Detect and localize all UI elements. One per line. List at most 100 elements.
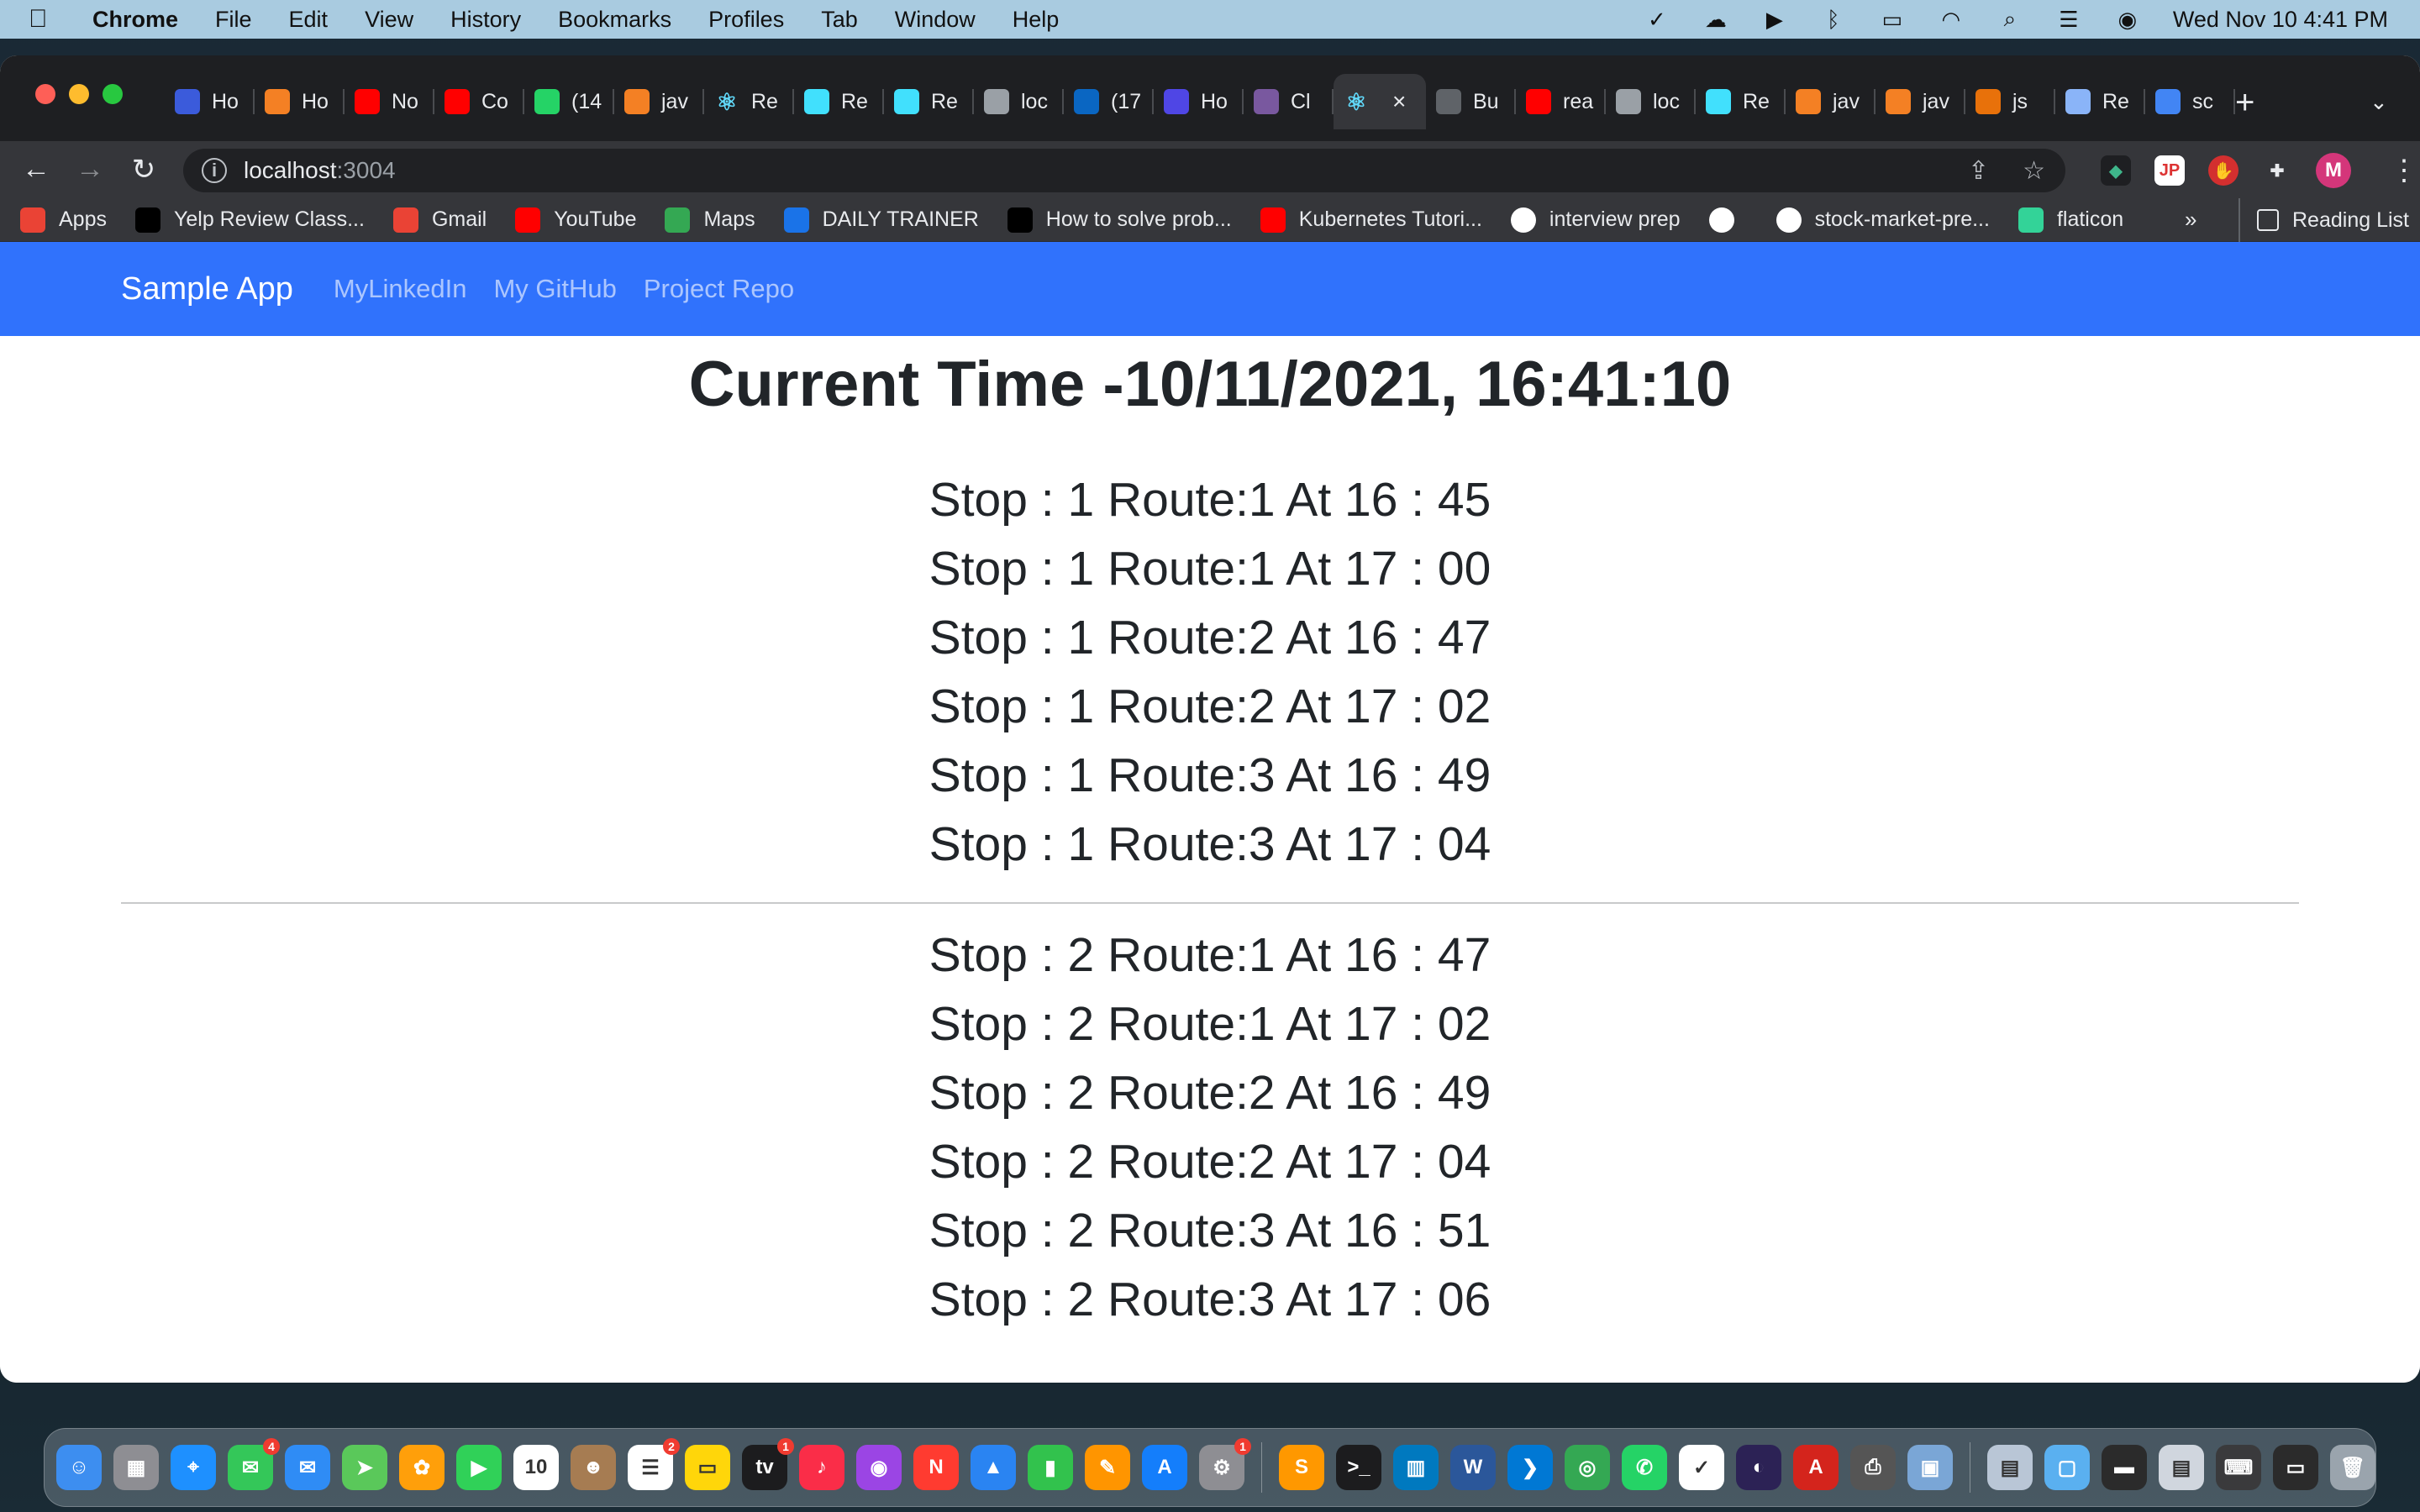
apple-icon[interactable]:  — [29, 5, 79, 34]
tab[interactable]: jav — [1786, 74, 1876, 129]
tab[interactable]: Co — [434, 74, 524, 129]
navbar-brand[interactable]: Sample App — [121, 271, 293, 307]
tab[interactable]: jav — [1876, 74, 1965, 129]
menu-help[interactable]: Help — [1013, 7, 1060, 33]
trello-icon[interactable]: ▥ — [1393, 1445, 1439, 1490]
menu-profiles[interactable]: Profiles — [708, 7, 784, 33]
bookmark-item[interactable]: Gmail — [392, 207, 487, 233]
wifi-icon[interactable]: ◠ — [1938, 6, 1965, 33]
terminal-window-icon[interactable]: ▬ — [2102, 1445, 2147, 1490]
bookmark-item[interactable] — [1708, 207, 1748, 233]
tasks-check-icon[interactable]: ✓ — [1644, 6, 1670, 33]
bluetooth-icon[interactable]: ᛒ — [1820, 6, 1847, 33]
tab[interactable]: Re — [794, 74, 884, 129]
jp-extension-icon[interactable]: JP — [2154, 155, 2185, 186]
site-info-icon[interactable]: i — [202, 158, 227, 183]
bookmark-item[interactable]: stock-market-pre... — [1776, 207, 1990, 233]
battery-icon[interactable]: ▭ — [1879, 6, 1906, 33]
downloads-folder-icon[interactable]: ▤ — [1987, 1445, 2033, 1490]
address-bar[interactable]: i localhost:3004 ⇪ ☆ — [183, 149, 2065, 192]
maps-icon[interactable]: ➤ — [342, 1445, 387, 1490]
keyboard-icon[interactable]: ⌨ — [2216, 1445, 2261, 1490]
bookmark-item[interactable]: Kubernetes Tutori... — [1260, 207, 1482, 233]
news-icon[interactable]: N — [913, 1445, 959, 1490]
sublime-icon[interactable]: S — [1279, 1445, 1324, 1490]
printer-icon[interactable]: ⎙ — [1850, 1445, 1896, 1490]
share-icon[interactable]: ⇪ — [1968, 156, 1989, 186]
photos-icon[interactable]: ✿ — [399, 1445, 445, 1490]
preview-icon[interactable]: ▣ — [1907, 1445, 1953, 1490]
tab[interactable]: (14 — [524, 74, 614, 129]
bookmark-star-icon[interactable]: ☆ — [2023, 156, 2045, 186]
tab[interactable]: No — [345, 74, 434, 129]
new-tab-button[interactable]: + — [2235, 86, 2254, 119]
mail-icon[interactable]: ✉ — [285, 1445, 330, 1490]
tab-close-icon[interactable]: × — [1392, 88, 1406, 115]
tab[interactable]: Re — [1696, 74, 1786, 129]
vue-devtools-extension-icon[interactable]: ◆ — [2101, 155, 2131, 186]
bookmark-item[interactable]: Apps — [20, 207, 107, 233]
tab[interactable]: Cl — [1244, 74, 1334, 129]
system-preferences-icon[interactable]: ⚙ 1 — [1199, 1438, 1251, 1490]
podcasts-icon[interactable]: ◉ — [856, 1445, 902, 1490]
screenshot-icon[interactable]: ▢ — [2044, 1445, 2090, 1490]
menu-clock[interactable]: Wed Nov 10 4:41 PM — [2173, 7, 2388, 33]
reminders-icon[interactable]: ☰ 2 — [628, 1438, 680, 1490]
adblock-extension-icon[interactable]: ✋ — [2208, 155, 2238, 186]
launchpad-icon[interactable]: ▦ — [113, 1445, 159, 1490]
menu-history[interactable]: History — [450, 7, 521, 33]
bookmark-item[interactable]: DAILY TRAINER — [783, 207, 979, 233]
document-icon[interactable]: ▤ — [2159, 1445, 2204, 1490]
tasks-icon[interactable]: ✓ — [1679, 1445, 1724, 1490]
menu-edit[interactable]: Edit — [289, 7, 329, 33]
window-maximize-button[interactable] — [103, 84, 123, 104]
menu-file[interactable]: File — [215, 7, 252, 33]
pages-icon[interactable]: ✎ — [1085, 1445, 1130, 1490]
bookmark-item[interactable]: How to solve prob... — [1007, 207, 1232, 233]
forward-button[interactable]: → — [76, 153, 104, 186]
bookmarks-overflow-button[interactable]: » — [2185, 207, 2196, 233]
nav-link-linkedin[interactable]: MyLinkedIn — [334, 274, 467, 304]
menu-app-name[interactable]: Chrome — [92, 7, 178, 33]
tab[interactable]: sc — [2145, 74, 2235, 129]
tab[interactable]: Bu — [1426, 74, 1516, 129]
tab[interactable]: loc — [974, 74, 1064, 129]
reading-list-button[interactable]: Reading List — [2238, 198, 2409, 242]
bookmark-item[interactable]: Yelp Review Class... — [134, 207, 365, 233]
trash-icon[interactable]: 🗑 — [2330, 1445, 2375, 1490]
window-icon[interactable]: ▭ — [2273, 1445, 2318, 1490]
tab-search-chevron-icon[interactable]: ⌄ — [2370, 89, 2388, 115]
nav-link-github[interactable]: My GitHub — [493, 274, 616, 304]
creative-cloud-icon[interactable]: ☁ — [1702, 6, 1729, 33]
chrome-icon[interactable]: ◎ — [1565, 1445, 1610, 1490]
contacts-icon[interactable]: ☻ — [571, 1445, 616, 1490]
notes-icon[interactable]: ▭ — [685, 1445, 730, 1490]
safari-icon[interactable]: ⌖ — [171, 1445, 216, 1490]
address-url[interactable]: localhost:3004 — [244, 157, 396, 184]
eclipse-icon[interactable]: ◐ — [1736, 1445, 1781, 1490]
chrome-menu-icon[interactable]: ⋮ — [2390, 154, 2418, 187]
reload-button[interactable]: ↻ — [129, 153, 158, 186]
window-minimize-button[interactable] — [69, 84, 89, 104]
tab[interactable]: rea — [1516, 74, 1606, 129]
tab[interactable]: ⚛ Re — [704, 74, 794, 129]
tab[interactable]: (17 — [1064, 74, 1154, 129]
calendar-icon[interactable]: 10 — [513, 1445, 559, 1490]
messages-icon[interactable]: ✉ 4 — [228, 1438, 280, 1490]
extensions-puzzle-icon[interactable]: ✚ — [2262, 155, 2292, 186]
keynote-icon[interactable]: ▲ — [971, 1445, 1016, 1490]
menu-window[interactable]: Window — [895, 7, 976, 33]
terminal-icon[interactable]: >_ — [1336, 1445, 1381, 1490]
back-button[interactable]: ← — [22, 153, 50, 186]
finder-icon[interactable]: ☺ — [56, 1445, 102, 1490]
siri-icon[interactable]: ◉ — [2114, 6, 2141, 33]
menu-bookmarks[interactable]: Bookmarks — [558, 7, 671, 33]
tab[interactable]: js — [1965, 74, 2055, 129]
bookmark-item[interactable]: YouTube — [515, 207, 636, 233]
bookmark-item[interactable]: Maps — [665, 207, 755, 233]
numbers-icon[interactable]: ▮ — [1028, 1445, 1073, 1490]
menu-tab[interactable]: Tab — [821, 7, 858, 33]
nav-link-project-repo[interactable]: Project Repo — [644, 274, 794, 304]
whatsapp-icon[interactable]: ✆ — [1622, 1445, 1667, 1490]
spotlight-search-icon[interactable]: ⌕ — [1996, 6, 2023, 33]
